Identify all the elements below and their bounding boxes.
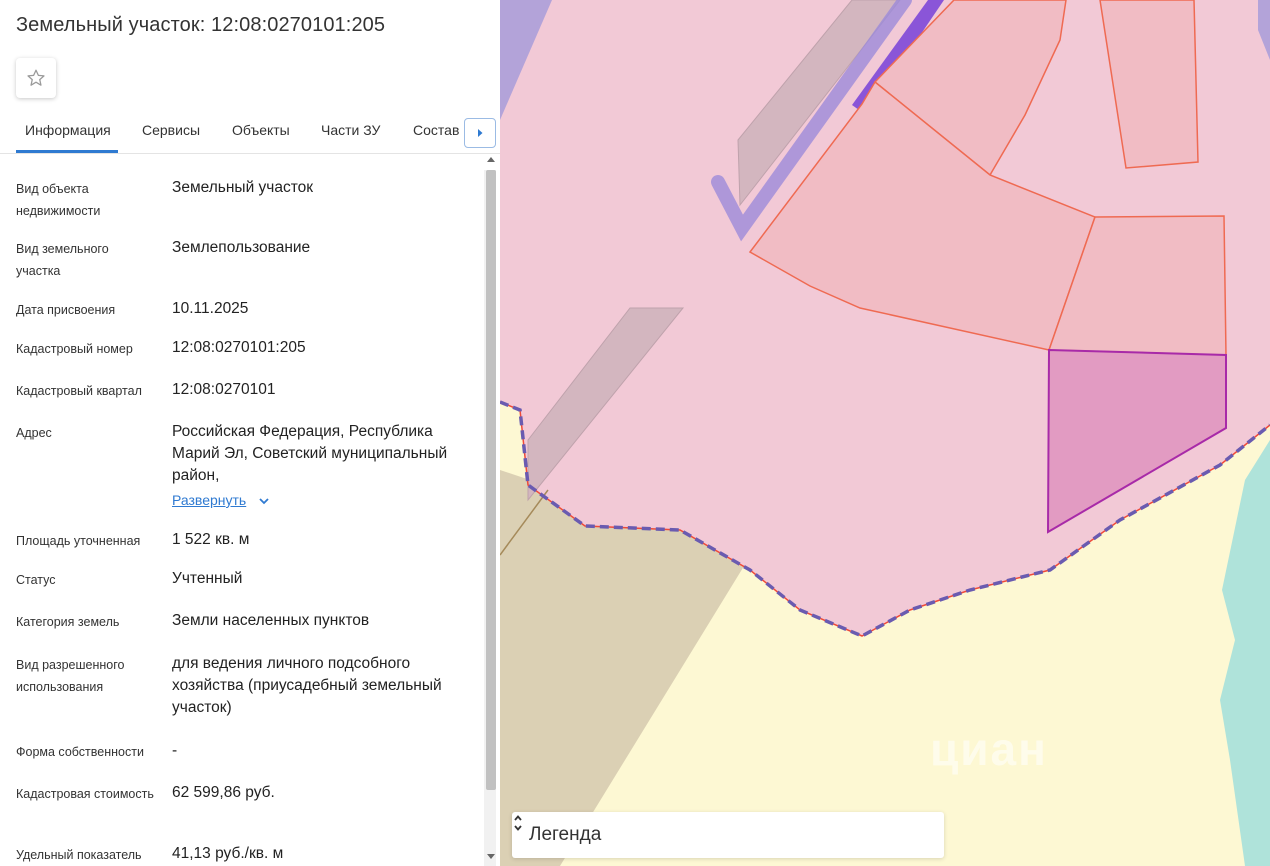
active-tab-indicator <box>16 150 118 153</box>
label-assignment-date: Дата присвоения <box>16 303 116 317</box>
label-cadastral-number: Кадастровый номер <box>16 342 133 356</box>
legend-label: Легенда <box>529 824 602 845</box>
value-ownership: - <box>172 742 178 759</box>
value-cadastral-block: 12:08:0270101 <box>172 381 276 398</box>
label-ownership: Форма собственности <box>16 745 144 759</box>
label-cadastral-value: Кадастровая стоимость <box>16 787 154 801</box>
tab-composition[interactable]: Состав <box>413 122 459 138</box>
cadastral-map[interactable]: циан Легенда <box>500 0 1270 866</box>
value-assignment-date: 10.11.2025 <box>172 300 249 317</box>
favorite-button[interactable] <box>16 58 56 98</box>
scroll-down-arrow-icon[interactable] <box>487 854 495 859</box>
tab-information[interactable]: Информация <box>25 122 111 138</box>
value-cadastral-number: 12:08:0270101:205 <box>172 339 306 356</box>
tab-objects[interactable]: Объекты <box>232 122 290 138</box>
label-parcel-type: Вид земельного участка <box>16 242 109 278</box>
page-title: Земельный участок: 12:08:0270101:205 <box>16 14 386 36</box>
label-status: Статус <box>16 573 56 587</box>
label-permitted-use: Вид разрешенного использования <box>16 658 125 694</box>
legend-dropdown[interactable]: Легенда <box>512 812 944 858</box>
expand-address-link[interactable]: Развернуть <box>172 492 246 508</box>
value-permitted-use: для ведения личного подсобного хозяйства… <box>172 655 442 716</box>
up-down-chevron-icon <box>514 815 522 831</box>
tabs-next-button[interactable] <box>464 118 496 148</box>
label-land-category: Категория земель <box>16 615 120 629</box>
label-address: Адрес <box>16 426 52 440</box>
value-object-type: Земельный участок <box>172 179 314 196</box>
tab-bar: Информация Сервисы Объекты Части ЗУ Сост… <box>0 112 500 154</box>
tab-parcel-parts[interactable]: Части ЗУ <box>321 122 380 138</box>
value-status: Учтенный <box>172 570 243 587</box>
star-outline-icon <box>27 69 45 86</box>
chevron-down-icon[interactable] <box>258 496 270 506</box>
label-object-type: Вид объекта недвижимости <box>16 182 101 218</box>
cian-watermark: циан <box>930 723 1048 775</box>
tab-services[interactable]: Сервисы <box>142 122 200 138</box>
value-cadastral-value: 62 599,86 руб. <box>172 784 275 801</box>
scroll-up-arrow-icon[interactable] <box>487 157 495 162</box>
map-canvas[interactable] <box>500 0 1270 866</box>
value-parcel-type: Землепользование <box>172 239 311 256</box>
value-unit-value: 41,13 руб./кв. м <box>172 845 284 862</box>
label-unit-value: Удельный показатель <box>16 848 142 862</box>
value-land-category: Земли населенных пунктов <box>172 612 370 629</box>
value-address: Российская Федерация, Республика Марий Э… <box>172 423 448 484</box>
caret-right-icon <box>478 129 483 137</box>
label-area: Площадь уточненная <box>16 534 141 548</box>
panel-scrollbar[interactable] <box>484 170 496 866</box>
info-panel: Земельный участок: 12:08:0270101:205 Инф… <box>0 0 500 866</box>
label-cadastral-block: Кадастровый квартал <box>16 384 142 398</box>
value-area: 1 522 кв. м <box>172 531 250 548</box>
scrollbar-thumb[interactable] <box>486 170 496 790</box>
